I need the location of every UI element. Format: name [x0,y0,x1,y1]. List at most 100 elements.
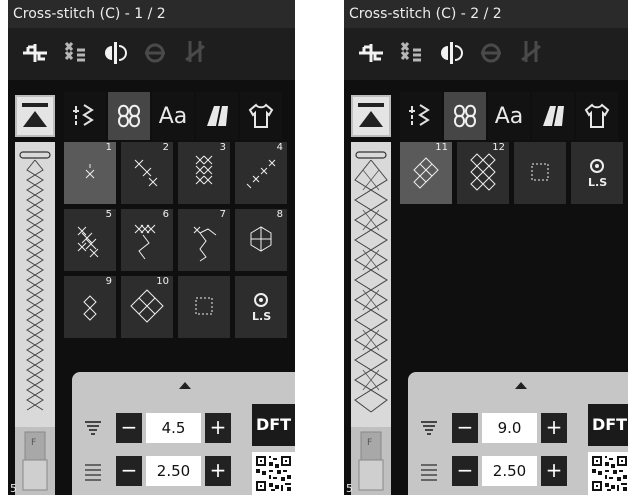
length-increase-button[interactable]: + [205,456,231,486]
cross-stitch-single-icon [85,164,95,179]
decorative-stitch-icon [453,104,477,128]
decorative-stitch-tab[interactable] [108,92,150,140]
pattern-dotted-button[interactable] [514,142,566,204]
width-value: 9.0 [482,413,537,443]
quilt-tab[interactable] [532,92,574,140]
qr-code-icon[interactable] [588,452,628,495]
width-increase-button[interactable]: + [205,413,231,443]
stitch-length-icon [421,464,437,481]
width-decrease-button[interactable]: − [116,413,142,443]
long-stitch-label: L.S [588,176,608,189]
pattern-9-button[interactable]: 9 [64,276,116,338]
long-stitch-label: L.S [252,310,272,323]
width-increase-button[interactable]: + [541,413,567,443]
stitch-combination-icon[interactable] [396,38,426,68]
screen-title: Cross-stitch (C) - 1 / 2 [8,0,295,28]
length-increase-button[interactable]: + [541,456,567,486]
pattern-1-button[interactable]: 1 [64,142,116,204]
width-value: 4.5 [146,413,201,443]
alphabet-tab-label: Aa [158,103,188,129]
cross-stitch-figure8-icon [83,295,97,321]
length-decrease-button[interactable]: − [452,456,478,486]
cross-stitch-cluster-icon [77,226,99,258]
mirror-horizontal-icon[interactable] [20,38,50,68]
qr-code-icon[interactable] [252,452,295,495]
default-button[interactable]: DFT [588,404,628,446]
pattern-11-button[interactable] [178,276,230,338]
screen-page-2: Cross-stitch (C) - 2 / 2 Aa F 5 11 12 L.… [344,0,628,495]
twin-needle-disabled-icon [185,41,205,62]
utility-stitch-icon [409,104,430,126]
long-stitch-button[interactable]: L.S [235,276,287,338]
stitch-width-row: − 4.5 + [116,413,231,443]
pattern-10-button[interactable]: 10 [121,276,173,338]
stitch-length-row: − 2.50 + [116,456,231,486]
pattern-11-button[interactable]: 11 [400,142,452,204]
stitch-combination-icon[interactable] [60,38,90,68]
stitch-length-icon [85,464,101,481]
width-decrease-button[interactable]: − [452,413,478,443]
cross-stitch-hook-icon [193,226,217,262]
pattern-3-button[interactable]: 3 [178,142,230,204]
long-stitch-icon [590,159,604,173]
cross-stitch-diagonal-icon [134,159,158,187]
cross-stitch-triple-column-icon [470,153,496,191]
stitch-preview-strip: F 5 [10,142,55,495]
pattern-6-button[interactable]: 6 [121,209,173,271]
alphabet-tab[interactable]: Aa [488,92,530,140]
pattern-2-button[interactable]: 2 [121,142,173,204]
pattern-12-button[interactable]: 12 [457,142,509,204]
strip-corner-label: 5 [346,482,353,495]
mirror-vertical-icon[interactable] [436,38,466,68]
stitch-length-row: − 2.50 + [452,456,567,486]
utility-stitch-icon [73,104,94,126]
twin-needle-disabled-icon [521,41,541,62]
pattern-8-button[interactable]: 8 [235,209,287,271]
dotted-square-icon [195,297,213,315]
length-value: 2.50 [146,456,201,486]
circle-disabled-icon [481,43,501,63]
pattern-7-button[interactable]: 7 [178,209,230,271]
toolbar [344,28,628,80]
mirror-vertical-icon[interactable] [100,38,130,68]
alphabet-tab-label: Aa [494,103,524,129]
chevron-up-icon[interactable] [514,380,528,390]
garment-tab[interactable] [240,92,282,140]
decorative-stitch-tab[interactable] [444,92,486,140]
garment-tab[interactable] [576,92,618,140]
length-value: 2.50 [482,456,537,486]
circle-disabled-icon [145,43,165,63]
category-tabs: Aa [8,92,295,142]
pattern-5-button[interactable]: 5 [64,209,116,271]
default-button[interactable]: DFT [252,404,295,446]
pattern-4-button[interactable]: 4 [235,142,287,204]
quilt-icon [207,106,228,126]
decorative-stitch-icon [117,104,141,128]
long-stitch-button[interactable]: L.S [571,142,623,204]
strip-corner-label: 5 [10,482,17,495]
mirror-horizontal-icon[interactable] [356,38,386,68]
shirt-icon [584,103,610,128]
settings-panel: − 9.0 + DFT − 2.50 + [408,372,628,495]
quilt-icon [543,106,564,126]
alphabet-tab[interactable]: Aa [152,92,194,140]
shirt-icon [248,103,274,128]
chevron-up-icon[interactable] [178,380,192,390]
dotted-square-icon [531,163,549,181]
screen-title: Cross-stitch (C) - 2 / 2 [344,0,628,28]
stitch-preview-strip: F 5 [346,142,391,495]
cross-stitch-diamond-icon [130,289,164,323]
settings-panel: − 4.5 + DFT − 2.50 + [72,372,295,495]
utility-stitch-tab[interactable] [64,92,106,140]
long-stitch-icon [254,293,268,307]
category-tabs: Aa [344,92,628,142]
utility-stitch-tab[interactable] [400,92,442,140]
cross-stitch-diamond-chain-icon [413,157,439,189]
cross-stitch-zigzag-icon [134,224,156,260]
stitch-width-row: − 9.0 + [452,413,567,443]
quilt-tab[interactable] [196,92,238,140]
presser-foot-label: F [31,438,37,448]
toolbar [8,28,295,80]
screen-page-1: Cross-stitch (C) - 1 / 2 Aa F 5 1 2 3 4 … [8,0,295,495]
length-decrease-button[interactable]: − [116,456,142,486]
